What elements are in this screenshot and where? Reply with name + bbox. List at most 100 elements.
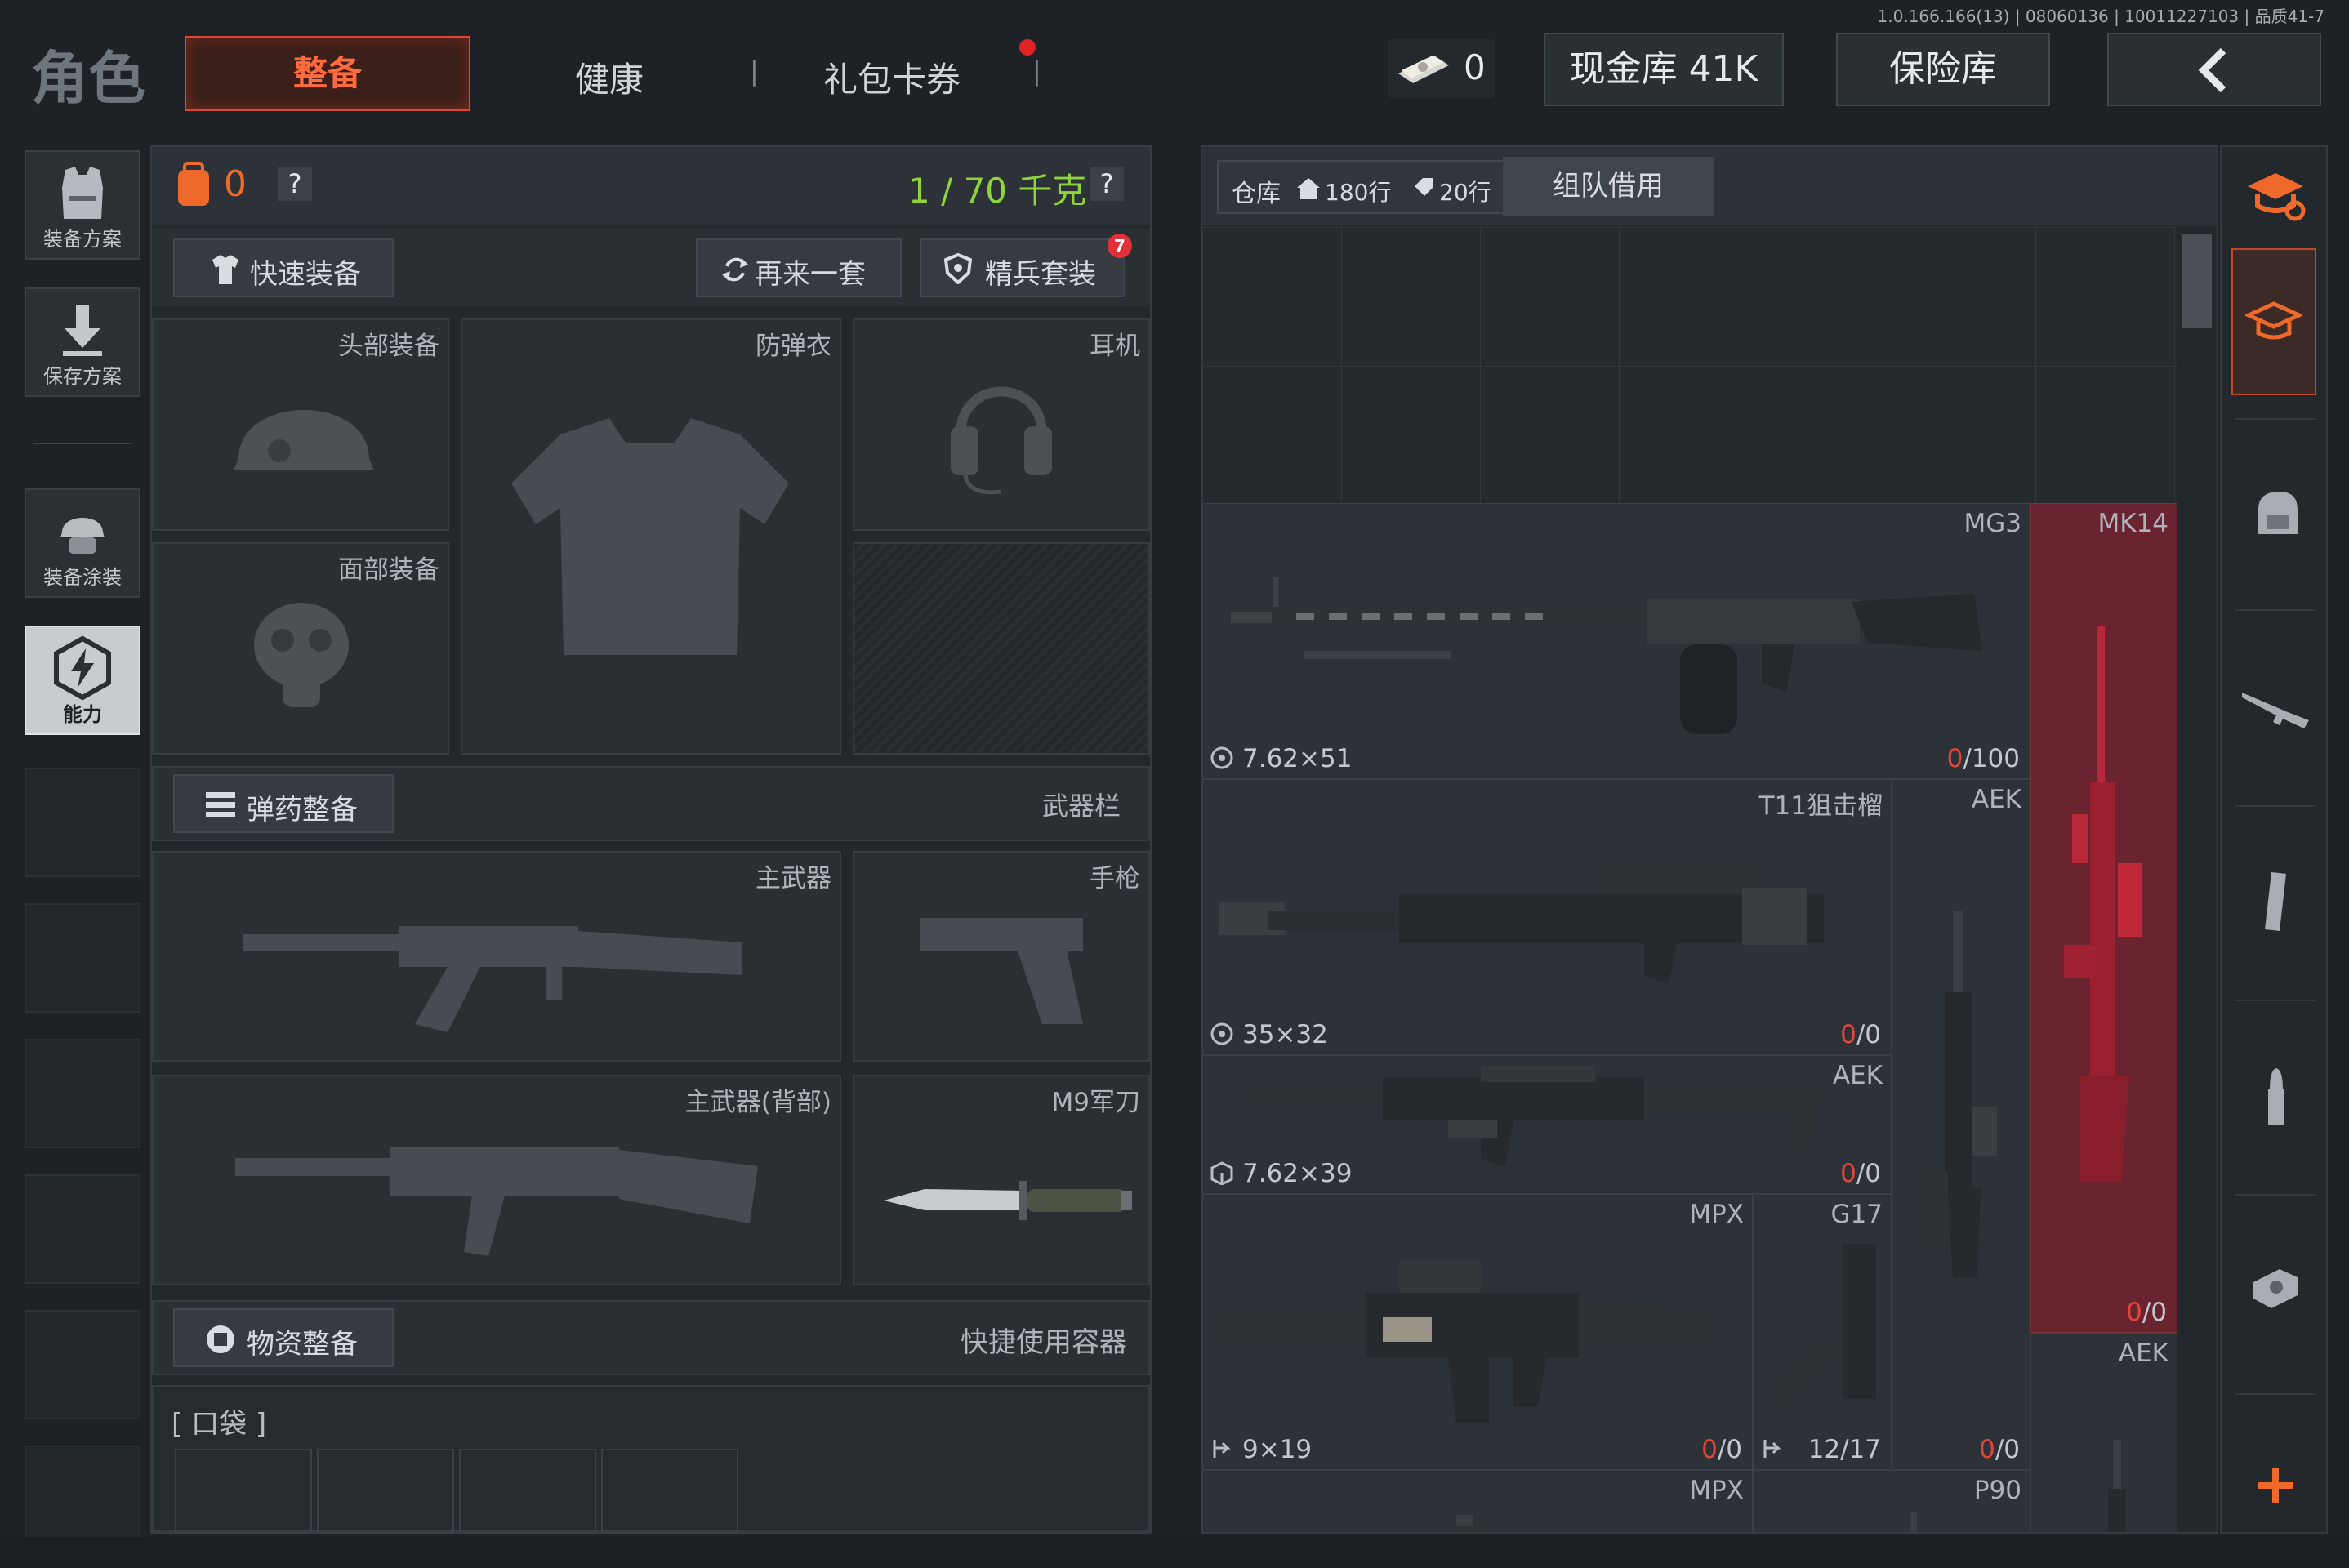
item-aek-vertical[interactable]: AEK 0/0 bbox=[1892, 779, 2030, 1470]
notification-dot bbox=[1019, 39, 1036, 56]
sidebar-save-plan-label: 保存方案 bbox=[43, 365, 122, 388]
cap-swap-icon bbox=[2248, 173, 2306, 221]
item-t11-count-b: /0 bbox=[1856, 1020, 1881, 1049]
refresh-icon bbox=[722, 257, 748, 282]
helmet-silhouette-icon bbox=[234, 410, 374, 470]
pocket-slot[interactable] bbox=[317, 1449, 454, 1534]
category-magazine-button[interactable] bbox=[2235, 858, 2316, 947]
supply-prep-label: 物资整备 bbox=[247, 1328, 358, 1361]
category-attachment-button[interactable] bbox=[2235, 1246, 2316, 1336]
supply-prep-button[interactable]: 物资整备 bbox=[173, 1308, 394, 1367]
mg3-icon bbox=[1231, 577, 1982, 734]
item-aek-bottom-name: AEK bbox=[2118, 1339, 2168, 1368]
ar-silhouette-icon bbox=[235, 1147, 758, 1256]
primary-weapon-label: 主武器 bbox=[756, 864, 831, 893]
pistol-slot[interactable]: 手枪 bbox=[853, 851, 1150, 1062]
item-mk14-count-b: /0 bbox=[2142, 1298, 2167, 1327]
category-backpack-button[interactable] bbox=[2235, 469, 2316, 559]
weapon-bar-label: 武器栏 bbox=[1042, 791, 1121, 822]
tab-separator-2: | bbox=[1032, 56, 1041, 87]
item-aek-bottom[interactable]: AEK bbox=[2030, 1333, 2177, 1532]
weight-help-button[interactable]: ? bbox=[1090, 167, 1124, 201]
backpack-count: 0 bbox=[224, 163, 247, 205]
primary-weapon-back-slot[interactable]: 主武器(背部) bbox=[152, 1075, 841, 1285]
item-t11-count-a: 0 bbox=[1840, 1020, 1856, 1049]
armor-slot[interactable]: 防弹衣 bbox=[461, 318, 841, 755]
primary-weapon-slot[interactable]: 主武器 bbox=[152, 851, 841, 1062]
g17-icon bbox=[1770, 1244, 1876, 1407]
category-rifle-button[interactable] bbox=[2235, 665, 2316, 755]
currency-value: 0 bbox=[1464, 47, 1486, 87]
ammo-slot-icon bbox=[1213, 1440, 1231, 1458]
pistol-slot-label: 手枪 bbox=[1090, 864, 1140, 893]
lightning-hex-icon bbox=[54, 635, 111, 701]
tab-health[interactable]: 健康 bbox=[575, 52, 644, 102]
head-slot-label: 头部装备 bbox=[338, 332, 439, 361]
tab-team-borrow[interactable]: 组队借用 bbox=[1503, 157, 1714, 216]
face-slot[interactable]: 面部装备 bbox=[152, 542, 449, 755]
tab-loadout[interactable]: 整备 bbox=[185, 36, 470, 111]
help-button[interactable]: ? bbox=[278, 167, 312, 201]
item-g17-ammo-count: 12/17 bbox=[1807, 1435, 1881, 1464]
sidebar-skin-label: 装备涂装 bbox=[43, 566, 122, 589]
item-aek-vertical-name: AEK bbox=[1971, 785, 2021, 814]
reroll-button[interactable]: 再来一套 bbox=[696, 238, 902, 297]
rows-home: 180行 bbox=[1325, 179, 1392, 206]
sidebar-empty-slot bbox=[25, 1039, 140, 1148]
quick-equip-label: 快速装备 bbox=[250, 258, 361, 291]
tab-warehouse-label: 仓库 bbox=[1232, 180, 1281, 208]
insurance-vault-button[interactable]: 保险库 bbox=[1836, 33, 2050, 106]
category-all-button[interactable] bbox=[2235, 155, 2316, 245]
item-mg3[interactable]: MG3 7.62×51 0/100 bbox=[1202, 503, 2030, 779]
tab-warehouse[interactable]: 仓库 180行 20行 bbox=[1217, 160, 1506, 214]
sidebar-skin[interactable]: 装备涂装 bbox=[25, 488, 140, 598]
back-button[interactable] bbox=[2107, 33, 2321, 106]
head-slot[interactable]: 头部装备 bbox=[152, 318, 449, 531]
ammo-prep-label: 弹药整备 bbox=[247, 794, 358, 826]
item-mpx-2[interactable]: MPX bbox=[1202, 1470, 1753, 1532]
ammo-list-icon bbox=[206, 792, 235, 817]
category-ammo-button[interactable] bbox=[2235, 1054, 2316, 1143]
category-selected-button[interactable] bbox=[2231, 248, 2316, 395]
item-mpx[interactable]: MPX 9×19 0/0 bbox=[1202, 1194, 1753, 1470]
knife-slot[interactable]: M9军刀 bbox=[853, 1075, 1150, 1285]
item-p90[interactable]: P90 bbox=[1753, 1470, 2030, 1532]
warehouse-scrollbar[interactable] bbox=[2177, 227, 2217, 1532]
ammo-prep-button[interactable]: 弹药整备 bbox=[173, 774, 394, 833]
earphone-slot[interactable]: 耳机 bbox=[853, 318, 1150, 531]
add-category-button[interactable] bbox=[2235, 1457, 2316, 1547]
shirt-icon bbox=[212, 255, 238, 284]
sidebar-loadout-plan[interactable]: 装备方案 bbox=[25, 150, 140, 260]
elite-set-button[interactable]: 精兵套装 bbox=[920, 238, 1125, 297]
item-mg3-count-a: 0 bbox=[1946, 744, 1963, 773]
item-mpx-ammo: 9×19 bbox=[1242, 1435, 1313, 1464]
tab-team-borrow-label: 组队借用 bbox=[1553, 170, 1664, 203]
mk14-icon bbox=[2064, 626, 2142, 1182]
pocket-slot[interactable] bbox=[175, 1449, 312, 1534]
right-divider bbox=[2235, 418, 2316, 420]
pocket-slot[interactable] bbox=[601, 1449, 738, 1534]
weight-help-label: ? bbox=[1099, 168, 1114, 199]
tab-gift-coupons[interactable]: 礼包卡券 bbox=[823, 52, 961, 102]
plus-icon bbox=[2258, 1468, 2293, 1503]
cash-vault-button[interactable]: 现金库 41K bbox=[1544, 33, 1784, 106]
scrollbar-thumb[interactable] bbox=[2182, 234, 2212, 328]
pocket-slot[interactable] bbox=[459, 1449, 596, 1534]
item-t11[interactable]: T11狙击榴 35×32 0/0 bbox=[1202, 779, 1892, 1055]
warehouse-panel: 仓库 180行 20行 组队借用 MG3 7.62×51 0/100 MK14 … bbox=[1201, 145, 2218, 1534]
item-mk14-count: 0/0 bbox=[2126, 1298, 2167, 1327]
item-mpx-count: 0/0 bbox=[1701, 1435, 1742, 1464]
aek-vertical-icon bbox=[1920, 911, 1997, 1278]
sidebar-save-plan[interactable]: 保存方案 bbox=[25, 287, 140, 397]
tab-loadout-label: 整备 bbox=[292, 53, 362, 93]
item-aek[interactable]: AEK 7.62×39 0/0 bbox=[1202, 1055, 1892, 1194]
sidebar-ability[interactable]: 能力 bbox=[25, 626, 140, 735]
item-aek-vertical-count-b: /0 bbox=[1995, 1435, 2020, 1464]
item-mk14[interactable]: MK14 0/0 bbox=[2030, 503, 2177, 1333]
quick-equip-button[interactable]: 快速装备 bbox=[173, 238, 394, 297]
item-mpx-2-name: MPX bbox=[1689, 1476, 1744, 1505]
page-title: 角色 bbox=[31, 45, 145, 112]
headset-silhouette-icon bbox=[951, 386, 1052, 495]
item-g17[interactable]: G17 12/17 bbox=[1753, 1194, 1892, 1470]
weight-readout: 1 / 70 千克 bbox=[908, 171, 1087, 211]
